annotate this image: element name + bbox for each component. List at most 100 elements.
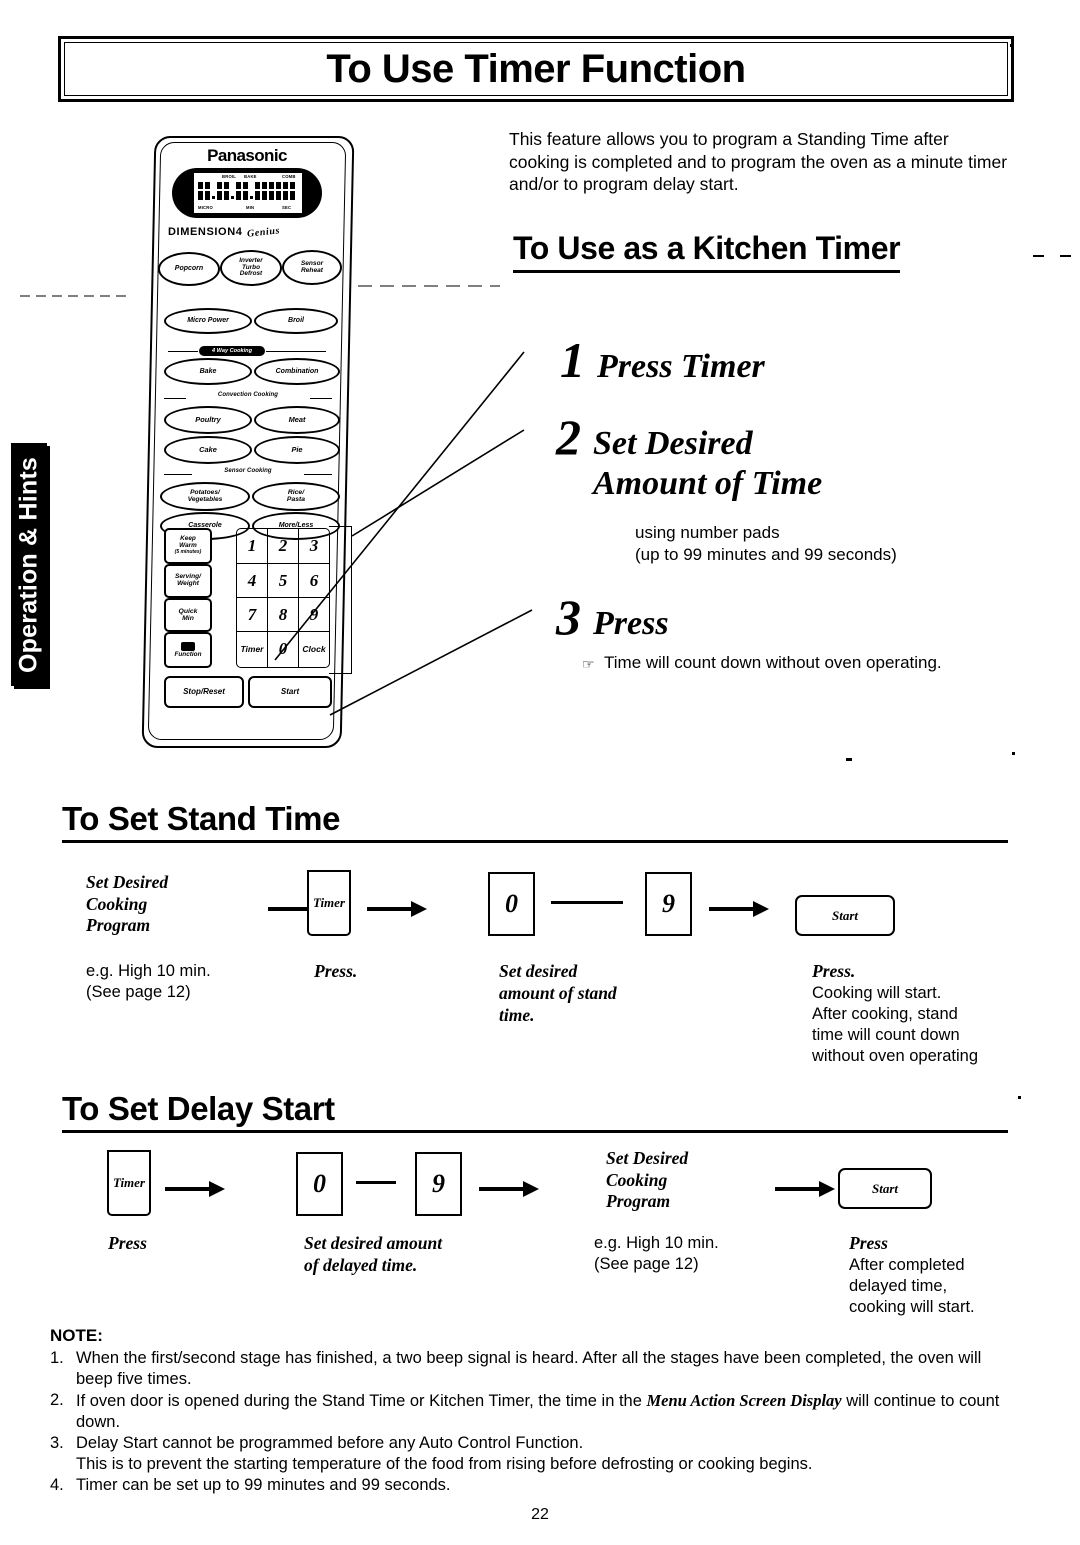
rule-sensor-right <box>304 474 332 476</box>
rule-stand-time <box>62 840 1008 843</box>
keypad-3[interactable]: 3 <box>299 529 329 563</box>
delay-flow-start-key[interactable]: Start <box>838 1168 932 1209</box>
page-title: To Use Timer Function <box>326 46 746 91</box>
button-keep-warm-label: Keep Warm (5 minutes) <box>174 534 202 556</box>
note-item-4: 4. Timer can be set up to 99 minutes and… <box>50 1475 1010 1496</box>
keypad-timer[interactable]: Timer <box>237 632 267 666</box>
segment-digit <box>198 182 210 200</box>
heading-stand-time: To Set Stand Time <box>62 800 341 837</box>
keypad-4[interactable]: 4 <box>237 564 267 598</box>
note-item-3: 3. Delay Start cannot be programmed befo… <box>50 1433 1010 1475</box>
button-quick-min-label: Quick Min <box>178 607 198 622</box>
button-popcorn[interactable]: Popcorn <box>158 252 220 286</box>
step-2-line-1: Set Desired <box>593 425 753 462</box>
rule-4way-right <box>266 351 326 353</box>
delay-flow-timer-key[interactable]: Timer <box>107 1150 151 1216</box>
heading-delay-start: To Set Delay Start <box>62 1090 335 1127</box>
button-quick-min[interactable]: Quick Min <box>164 598 212 632</box>
genius-script-logo: Genius <box>246 224 282 240</box>
button-popcorn-label: Popcorn <box>174 265 204 273</box>
segment-digit <box>217 182 229 200</box>
button-broil-label: Broil <box>288 317 304 325</box>
rule-sensor-left <box>164 474 192 476</box>
delay-flow-digit-from[interactable]: 0 <box>296 1152 343 1216</box>
delay-arrow-3 <box>775 1181 835 1197</box>
display-label-bake: BAKE <box>244 174 257 179</box>
button-sensor-reheat[interactable]: Sensor Reheat <box>282 250 342 285</box>
segment-digit <box>269 182 281 200</box>
stand-flow-step-1-text: Set Desired Cooking Program <box>86 872 169 935</box>
display-bezel: BROIL BAKE COMB MICRO MIN SEC <box>172 168 322 218</box>
button-meat[interactable]: Meat <box>254 406 340 434</box>
number-keypad[interactable]: 1 2 3 4 5 6 7 8 9 Timer 0 Clock <box>236 528 330 668</box>
button-pie-label: Pie <box>291 445 303 455</box>
note-item-2: 2. If oven door is opened during the Sta… <box>50 1390 1010 1433</box>
keypad-1[interactable]: 1 <box>237 529 267 563</box>
seven-segment-digits <box>198 182 295 200</box>
stand-flow-range-dash <box>551 901 623 904</box>
rule-convection-left <box>164 398 186 400</box>
keypad-6[interactable]: 6 <box>299 564 329 598</box>
button-combination[interactable]: Combination <box>254 358 340 385</box>
keypad-7[interactable]: 7 <box>237 598 267 632</box>
button-potatoes-vegetables[interactable]: Potatoes/ Vegetables <box>160 482 250 511</box>
keypad-5[interactable]: 5 <box>268 564 298 598</box>
margin-dash-2 <box>1060 255 1071 257</box>
button-micro-power-label: Micro Power <box>187 317 229 325</box>
delay-caption-1: Press <box>108 1233 147 1253</box>
delay-arrow-2 <box>479 1181 539 1197</box>
stand-flow-digit-from[interactable]: 0 <box>488 872 535 936</box>
keypad-2[interactable]: 2 <box>268 529 298 563</box>
step-2-text: Set Desired Amount of Time <box>593 424 822 504</box>
display-label-min: MIN <box>246 205 255 210</box>
keypad-clock[interactable]: Clock <box>299 632 329 666</box>
step-2-sub-line-1: using number pads <box>635 523 780 542</box>
note-2-emphasis: Menu Action Screen Display <box>646 1391 842 1410</box>
step-2-subtext: using number pads (up to 99 minutes and … <box>635 522 897 566</box>
keypad-callout-bracket <box>329 526 352 674</box>
stand-caption-4: Press. Cooking will start. After cooking… <box>812 961 979 1065</box>
button-function[interactable]: Function <box>164 632 212 668</box>
button-rice-pasta[interactable]: Rice/ Pasta <box>252 482 340 511</box>
group-label-convection-cooking: Convection Cooking <box>217 392 279 398</box>
keypad-9[interactable]: 9 <box>299 598 329 632</box>
button-poultry[interactable]: Poultry <box>164 406 252 434</box>
button-bake[interactable]: Bake <box>164 358 252 385</box>
model-name: DIMENSION4 Genius <box>168 224 318 240</box>
step-1-number: 1 <box>560 332 585 388</box>
button-start-label: Start <box>280 686 300 696</box>
stand-flow-digit-to[interactable]: 9 <box>645 872 692 936</box>
button-stop-reset[interactable]: Stop/Reset <box>164 676 244 708</box>
button-inverter-turbo-defrost[interactable]: Inverter Turbo Defrost <box>220 250 282 286</box>
rule-4way-left <box>168 351 198 353</box>
button-cake[interactable]: Cake <box>164 436 252 464</box>
button-meat-label: Meat <box>288 415 306 425</box>
stand-arrow-3 <box>709 901 769 917</box>
stand-flow-start-key[interactable]: Start <box>795 895 895 936</box>
delay-flow-digit-from-label: 0 <box>313 1169 326 1198</box>
button-combination-label: Combination <box>275 367 319 375</box>
scan-speck <box>1010 44 1013 47</box>
button-pie[interactable]: Pie <box>254 436 340 464</box>
button-poultry-label: Poultry <box>195 415 221 425</box>
step-1: 1 Press Timer <box>560 335 765 387</box>
button-broil[interactable]: Broil <box>254 308 338 334</box>
rule-convection-right <box>310 398 332 400</box>
step-2-sub-line-2: (up to 99 minutes and 99 seconds) <box>635 545 897 564</box>
button-serving-weight[interactable]: Serving/ Weight <box>164 564 212 598</box>
button-keep-warm[interactable]: Keep Warm (5 minutes) <box>164 528 212 564</box>
keypad-0[interactable]: 0 <box>268 632 298 666</box>
side-tab-label: Operation & Hints <box>14 456 43 673</box>
keypad-8[interactable]: 8 <box>268 598 298 632</box>
delay-flow-digit-to[interactable]: 9 <box>415 1152 462 1216</box>
delay-caption-4: Press After completed delayed time, cook… <box>849 1233 975 1316</box>
button-stop-reset-label: Stop/Reset <box>183 686 225 696</box>
button-micro-power[interactable]: Micro Power <box>164 308 252 334</box>
step-2-number: 2 <box>556 409 581 465</box>
note-2-text: If oven door is opened during the Stand … <box>76 1391 1000 1431</box>
scan-speck <box>1012 752 1015 755</box>
stand-flow-timer-key[interactable]: Timer <box>307 870 351 936</box>
button-cake-label: Cake <box>199 445 217 455</box>
button-start[interactable]: Start <box>248 676 332 708</box>
step-2-line-2: Amount of Time <box>593 465 823 502</box>
